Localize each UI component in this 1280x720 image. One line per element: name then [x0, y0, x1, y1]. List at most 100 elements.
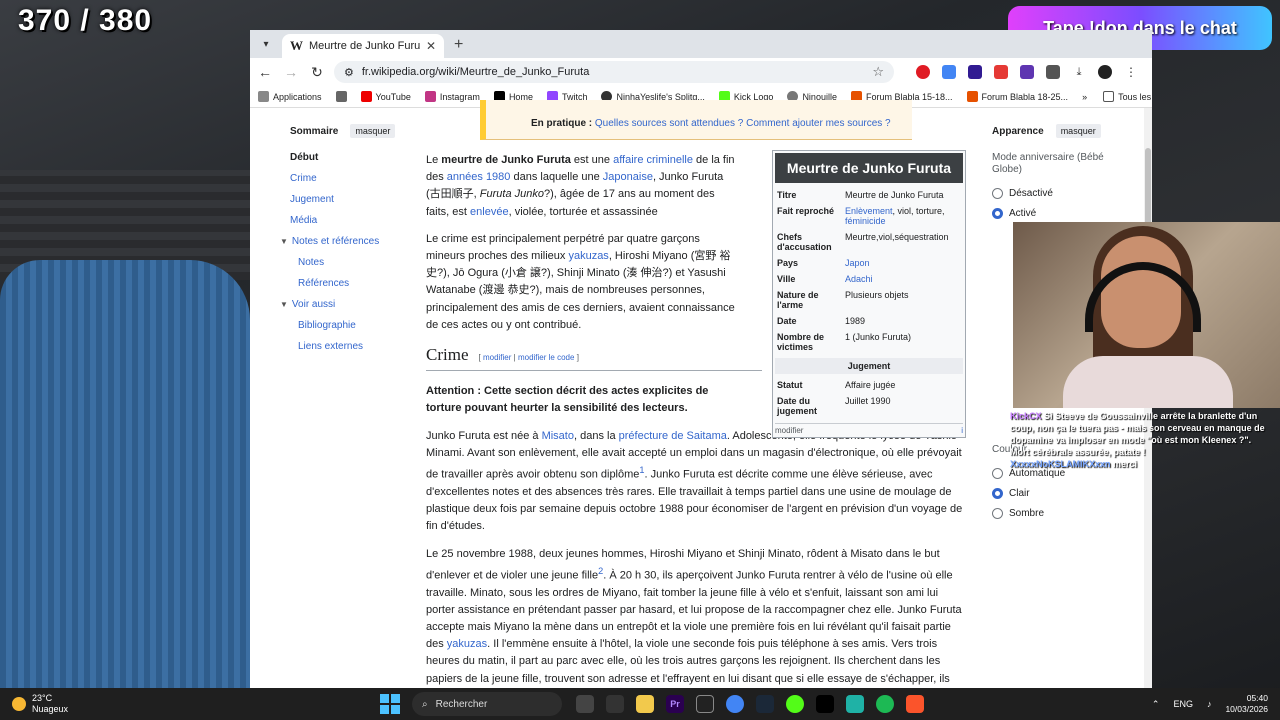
radio-icon [992, 468, 1003, 479]
hub-app-icon[interactable] [606, 695, 624, 713]
weather-widget[interactable]: 23°C Nuageux [0, 693, 380, 715]
chat-message: KickCX Si Steeve de Goussainville arrête… [1010, 411, 1265, 457]
link-yakuzas-2[interactable]: yakuzas [447, 638, 487, 650]
chevron-down-icon[interactable]: ▼ [280, 237, 288, 246]
toc-item-notes[interactable]: Notes [290, 257, 430, 268]
forward-icon[interactable]: → [282, 64, 300, 80]
bookmark-instagram[interactable]: Instagram [424, 91, 480, 102]
sources-help-link[interactable]: Quelles sources sont attendues ? Comment… [595, 118, 891, 129]
taskbar-search[interactable]: ⌕ Rechercher [412, 692, 562, 716]
profile-avatar[interactable] [1098, 65, 1112, 79]
link-saitama[interactable]: préfecture de Saitama [619, 430, 727, 442]
bookmark-forum-18-25[interactable]: Forum Blabla 18-25... [966, 91, 1068, 102]
clock[interactable]: 05:40 10/03/2026 [1225, 693, 1268, 715]
bookmark-applications[interactable]: Applications [258, 91, 322, 102]
audio-extension-icon[interactable] [942, 65, 956, 79]
extensions-bar: ⤓ ⋮ [916, 65, 1138, 79]
toc-item-crime[interactable]: Crime [290, 173, 430, 184]
tab-close-icon[interactable]: ✕ [426, 39, 436, 53]
infobox-edit-link[interactable]: modifier [775, 426, 803, 435]
link-japon[interactable]: Japon [845, 258, 870, 268]
steam-icon[interactable] [756, 695, 774, 713]
bookmark-youtube[interactable]: YouTube [360, 91, 411, 102]
menu-kebab-icon[interactable]: ⋮ [1124, 65, 1138, 79]
purple-extension-icon[interactable] [968, 65, 982, 79]
start-button-icon[interactable] [380, 694, 400, 714]
file-explorer-icon[interactable] [636, 695, 654, 713]
tray-chevron-icon[interactable]: ⌃ [1152, 699, 1160, 710]
link-feminicide[interactable]: féminicide [845, 216, 886, 226]
windows-taskbar: 23°C Nuageux ⌕ Rechercher Pr ⌃ ENG ♪ 05:40… [0, 688, 1280, 720]
folder-icon [1103, 91, 1115, 102]
infobox-row: Statut Affaire jugée [777, 380, 896, 390]
all-favorites[interactable]: Tous les favoris [1103, 91, 1152, 102]
jvc-icon [966, 91, 978, 102]
infobox-row: Chefs d'accusation Meurtre,viol,séquestra… [777, 232, 949, 252]
edit-source-link[interactable]: modifier le code [518, 353, 574, 362]
appearance-hide-button[interactable]: masquer [1055, 124, 1101, 138]
radio-clair[interactable]: Clair [992, 488, 1132, 499]
toc-item-media[interactable]: Média [290, 215, 430, 226]
radio-sombre[interactable]: Sombre [992, 508, 1132, 519]
kick-app-icon[interactable] [786, 695, 804, 713]
link-annees-1980[interactable]: années 1980 [447, 171, 511, 183]
apps-grid-icon [258, 91, 269, 102]
bookmark-star-icon[interactable]: ☆ [872, 64, 884, 80]
chrome-icon[interactable] [726, 695, 744, 713]
address-bar[interactable]: ⚙ fr.wikipedia.org/wiki/Meurtre_de_Junko… [334, 61, 894, 83]
tiktok-icon[interactable] [816, 695, 834, 713]
link-adachi[interactable]: Adachi [845, 274, 873, 284]
info-icon[interactable]: i [961, 426, 963, 435]
link-enlevee[interactable]: enlevée [470, 206, 509, 218]
toc-hide-button[interactable]: masquer [350, 124, 396, 138]
task-view-icon[interactable] [576, 695, 594, 713]
chevron-down-icon[interactable]: ▼ [280, 300, 288, 309]
lang-indicator[interactable]: ENG [1173, 699, 1193, 709]
toc-item-debut[interactable]: Début [290, 152, 430, 163]
infobox-title: Meurtre de Junko Furuta [775, 153, 963, 183]
opera-extension-icon[interactable] [916, 65, 930, 79]
infobox-row: Date 1989 [777, 316, 866, 326]
toc-item-notes-references[interactable]: ▼ Notes et références [280, 236, 430, 247]
puzzle-extensions-icon[interactable] [1046, 65, 1060, 79]
background-sofa [0, 260, 250, 690]
toc-item-references[interactable]: Références [290, 278, 430, 289]
tab-title: Meurtre de Junko Furuta — Wi [309, 40, 420, 52]
radio-desactive[interactable]: Désactivé [992, 188, 1132, 199]
download-icon[interactable]: ⤓ [1072, 65, 1086, 79]
link-misato[interactable]: Misato [542, 430, 574, 442]
reload-icon[interactable]: ↻ [308, 64, 326, 81]
github-icon[interactable] [696, 695, 714, 713]
bookmark-grid[interactable] [335, 91, 347, 102]
new-tab-icon[interactable]: + [454, 36, 463, 54]
radio-active[interactable]: Activé [992, 208, 1132, 219]
brave-icon[interactable] [906, 695, 924, 713]
app-icon[interactable] [846, 695, 864, 713]
link-affaire-criminelle[interactable]: affaire criminelle [613, 154, 693, 166]
toc-item-voir-aussi[interactable]: ▼ Voir aussi [280, 299, 430, 310]
toc-item-liens-externes[interactable]: Liens externes [290, 341, 430, 352]
youtube-icon [360, 91, 372, 102]
section-edit-links: [ modifier | modifier le code ] [478, 353, 579, 363]
link-yakuzas[interactable]: yakuzas [568, 250, 608, 262]
biography-paragraph: Junko Furuta est née à Misato, dans la p… [426, 429, 963, 533]
toc-item-jugement[interactable]: Jugement [290, 194, 430, 205]
back-icon[interactable]: ← [256, 64, 274, 80]
site-info-icon[interactable]: ⚙ [344, 66, 354, 79]
bookmarks-more-icon[interactable]: » [1082, 92, 1087, 102]
shield-extension-icon[interactable] [1020, 65, 1034, 79]
toc-item-bibliographie[interactable]: Bibliographie [290, 320, 430, 331]
infobox: Meurtre de Junko Furuta Titre Meurtre de … [772, 150, 966, 438]
abduction-paragraph: Le 25 novembre 1988, deux jeunes hommes,… [426, 547, 962, 685]
volume-icon[interactable]: ♪ [1207, 699, 1212, 709]
red-extension-icon[interactable] [994, 65, 1008, 79]
link-japonaise[interactable]: Japonaise [603, 171, 653, 183]
link-enlevement[interactable]: Enlèvement [845, 206, 893, 216]
edit-link[interactable]: modifier [483, 353, 511, 362]
tab-search-icon[interactable]: ▾ [256, 34, 276, 54]
tab-strip: ▾ W Meurtre de Junko Furuta — Wi ✕ + [250, 30, 1152, 58]
weather-icon [12, 697, 26, 711]
tab-active[interactable]: W Meurtre de Junko Furuta — Wi ✕ [282, 34, 444, 58]
spotify-icon[interactable] [876, 695, 894, 713]
premiere-icon[interactable]: Pr [666, 695, 684, 713]
